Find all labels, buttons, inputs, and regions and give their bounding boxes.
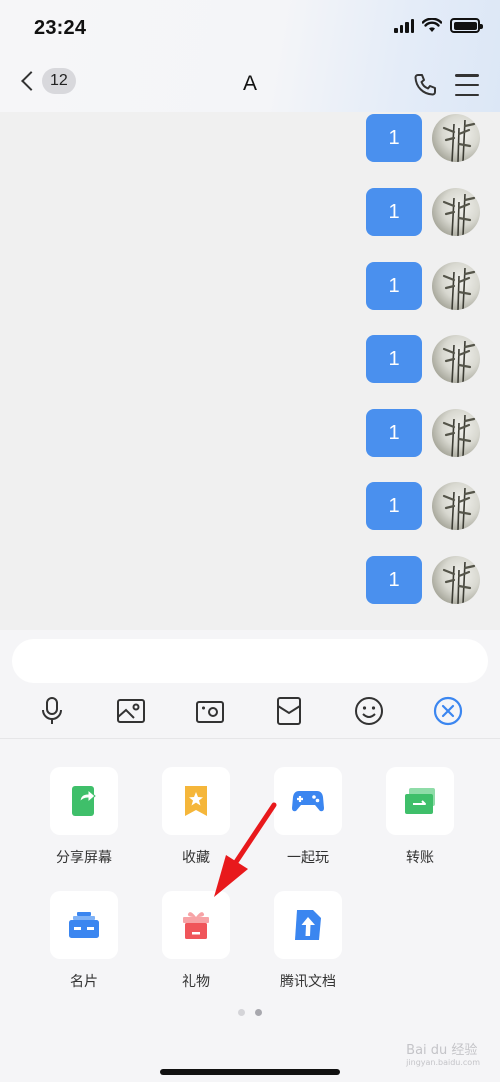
wifi-icon <box>422 18 442 32</box>
tile-box <box>274 891 342 959</box>
favorites-icon <box>185 786 207 816</box>
composer <box>0 630 500 738</box>
transfer-icon <box>405 788 435 814</box>
message-bubble[interactable]: 1 <box>366 335 422 383</box>
message-row: 1 <box>366 262 480 310</box>
message-row: 1 <box>366 335 480 383</box>
tencent-docs-icon <box>295 910 321 940</box>
share-screen-button[interactable]: 分享屏幕 <box>28 767 140 867</box>
page-indicator[interactable] <box>0 1009 500 1016</box>
red-envelope-icon[interactable] <box>272 694 306 728</box>
avatar[interactable] <box>432 335 480 383</box>
message-list[interactable]: 1 1 1 1 1 1 1 <box>0 112 500 630</box>
business-card-button[interactable]: 名片 <box>28 891 140 991</box>
tencent-docs-button[interactable]: 腾讯文档 <box>252 891 364 991</box>
tile-label: 腾讯文档 <box>280 974 336 990</box>
message-row: 1 <box>366 482 480 530</box>
watermark: Bai du 经验 jingyan.baidu.com <box>406 1039 480 1067</box>
tile-label: 转账 <box>406 850 434 866</box>
tile-label: 一起玩 <box>287 850 329 866</box>
avatar[interactable] <box>432 262 480 310</box>
tile-label: 分享屏幕 <box>56 850 112 866</box>
image-icon[interactable] <box>114 694 148 728</box>
avatar[interactable] <box>432 482 480 530</box>
more-features-panel: 分享屏幕 收藏 一起玩 转账 名片 礼物 腾讯文档 Bai du 经验 jing… <box>0 738 500 1082</box>
home-indicator[interactable] <box>160 1069 340 1075</box>
avatar[interactable] <box>432 556 480 604</box>
message-bubble[interactable]: 1 <box>366 556 422 604</box>
tile-box <box>50 767 118 835</box>
tile-box <box>162 767 230 835</box>
message-input[interactable] <box>12 639 488 683</box>
share-screen-icon <box>72 786 96 816</box>
emoji-icon[interactable] <box>352 694 386 728</box>
transfer-button[interactable]: 转账 <box>364 767 476 867</box>
message-bubble[interactable]: 1 <box>366 482 422 530</box>
tile-label: 名片 <box>70 974 98 990</box>
battery-icon <box>450 18 483 33</box>
watermark-text: Bai du 经验 <box>406 1043 478 1058</box>
message-row: 1 <box>366 556 480 604</box>
avatar[interactable] <box>432 114 480 162</box>
chat-header: 23:24 12 A <box>0 0 500 112</box>
favorites-button[interactable]: 收藏 <box>140 767 252 867</box>
tile-box <box>50 891 118 959</box>
camera-icon[interactable] <box>193 694 227 728</box>
message-bubble[interactable]: 1 <box>366 114 422 162</box>
game-controller-icon <box>292 791 324 812</box>
microphone-icon[interactable] <box>35 694 69 728</box>
play-together-button[interactable]: 一起玩 <box>252 767 364 867</box>
menu-icon[interactable] <box>455 74 479 96</box>
page-dot-active[interactable] <box>255 1009 262 1016</box>
tile-label: 收藏 <box>182 850 210 866</box>
tile-box <box>274 767 342 835</box>
avatar[interactable] <box>432 188 480 236</box>
gift-button[interactable]: 礼物 <box>140 891 252 991</box>
cellular-signal-icon <box>394 18 414 33</box>
tile-box <box>386 767 454 835</box>
tile-box <box>162 891 230 959</box>
business-card-icon <box>69 912 99 938</box>
message-bubble[interactable]: 1 <box>366 262 422 310</box>
status-icons <box>394 18 483 33</box>
tile-label: 礼物 <box>182 974 210 990</box>
message-row: 1 <box>366 188 480 236</box>
message-row: 1 <box>366 409 480 457</box>
close-icon[interactable] <box>431 694 465 728</box>
avatar[interactable] <box>432 409 480 457</box>
watermark-url: jingyan.baidu.com <box>406 1058 480 1067</box>
gift-icon <box>183 912 209 939</box>
message-bubble[interactable]: 1 <box>366 188 422 236</box>
message-bubble[interactable]: 1 <box>366 409 422 457</box>
page-dot[interactable] <box>238 1009 245 1016</box>
status-time: 23:24 <box>34 17 87 39</box>
message-row: 1 <box>366 114 480 162</box>
phone-icon[interactable] <box>412 72 438 98</box>
